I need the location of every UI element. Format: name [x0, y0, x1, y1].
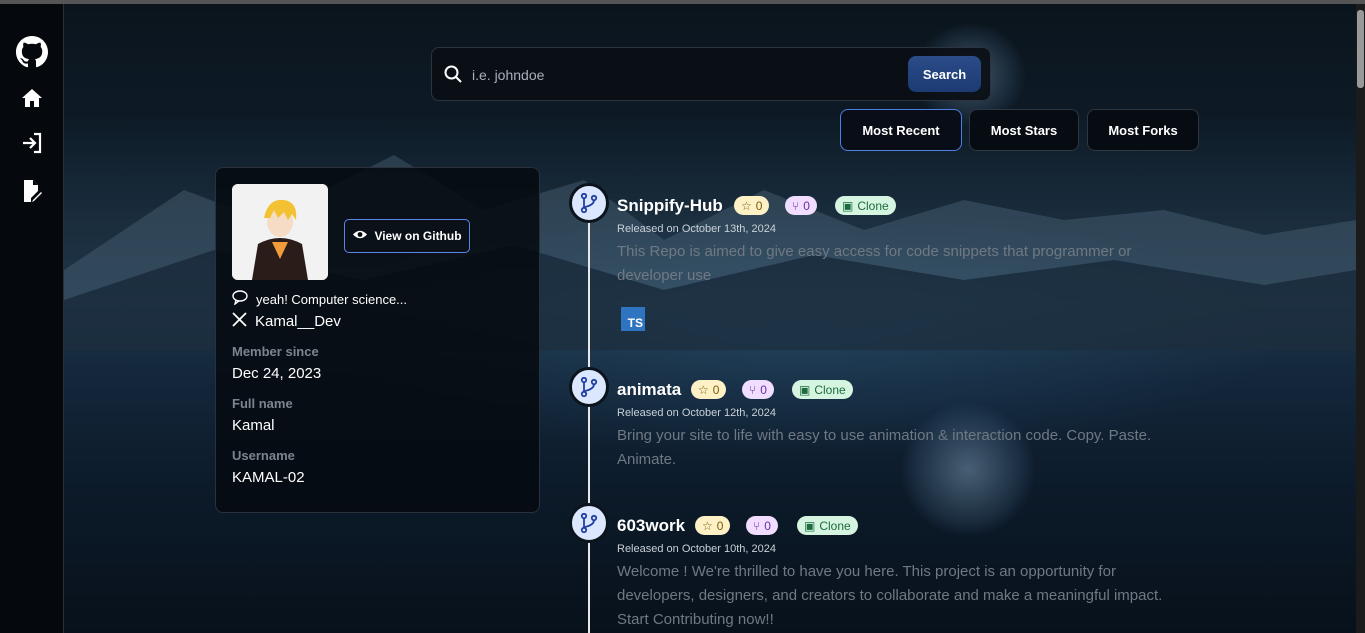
- sidebar: [0, 4, 64, 633]
- fork-count-badge: ⑂ 0: [746, 516, 778, 535]
- clone-button[interactable]: ▣ Clone: [797, 516, 858, 535]
- copy-icon: ▣: [842, 198, 854, 213]
- avatar: [232, 184, 328, 280]
- star-count: 0: [755, 198, 763, 213]
- repo-branch-icon: [569, 503, 609, 543]
- fork-count: 0: [760, 382, 767, 397]
- twitter-handle: Kamal__Dev: [232, 312, 341, 331]
- typescript-icon: TS: [621, 307, 645, 331]
- search-button[interactable]: Search: [908, 56, 981, 92]
- login-icon[interactable]: [16, 127, 48, 159]
- github-icon[interactable]: [16, 36, 48, 68]
- sort-most-stars-button[interactable]: Most Stars: [969, 109, 1079, 151]
- repo-branch-icon: [569, 367, 609, 407]
- view-on-github-button[interactable]: View on Github: [344, 219, 470, 253]
- page-scrollbar[interactable]: [1356, 4, 1365, 633]
- star-icon: ☆: [698, 382, 709, 397]
- release-date: Released on October 12th, 2024: [617, 407, 777, 419]
- star-icon: ☆: [702, 518, 713, 533]
- star-count-badge: ☆ 0: [691, 380, 727, 399]
- fork-count-badge: ⑂ 0: [742, 380, 774, 399]
- profile-card: View on Github yeah! Computer science...…: [215, 167, 540, 513]
- x-twitter-icon: [232, 312, 247, 331]
- full-name-value: Kamal: [232, 417, 275, 434]
- repo-description: This Repo is aimed to give easy access f…: [617, 243, 1132, 284]
- scrollbar-thumb[interactable]: [1357, 10, 1364, 88]
- username-label: Username: [232, 448, 295, 463]
- search-bar: Search: [431, 47, 991, 101]
- copy-icon: ▣: [799, 382, 811, 397]
- fork-count: 0: [764, 518, 771, 533]
- signup-icon[interactable]: [16, 176, 48, 208]
- repo-branch-icon: [569, 183, 609, 223]
- repo-description: Welcome ! We're thrilled to have you her…: [617, 563, 1163, 628]
- bio-text: yeah! Computer science...: [256, 291, 408, 307]
- repo-description: Bring your site to life with easy to use…: [617, 427, 1152, 468]
- repo-name-link[interactable]: animata: [617, 380, 681, 400]
- home-icon[interactable]: [16, 82, 48, 114]
- bio: yeah! Computer science...: [232, 290, 407, 308]
- fork-count-badge: ⑂ 0: [785, 196, 817, 215]
- clone-label: Clone: [819, 518, 851, 533]
- fork-count: 0: [803, 198, 810, 213]
- sort-most-forks-button[interactable]: Most Forks: [1087, 109, 1199, 151]
- eye-icon: [352, 229, 368, 243]
- star-count-badge: ☆ 0: [734, 196, 770, 215]
- timeline-line: [588, 205, 590, 633]
- twitter-handle-text: Kamal__Dev: [255, 313, 341, 330]
- clone-button[interactable]: ▣ Clone: [835, 196, 896, 215]
- search-input[interactable]: [472, 60, 892, 90]
- full-name-label: Full name: [232, 396, 293, 411]
- star-count: 0: [712, 382, 720, 397]
- search-icon: [444, 65, 462, 88]
- member-since-value: Dec 24, 2023: [232, 365, 322, 382]
- fork-icon: ⑂: [749, 382, 757, 397]
- clone-button[interactable]: ▣ Clone: [792, 380, 853, 399]
- star-count-badge: ☆ 0: [695, 516, 731, 535]
- repo-name-link[interactable]: Snippify-Hub: [617, 196, 723, 216]
- sort-most-recent-button[interactable]: Most Recent: [840, 109, 962, 151]
- clone-label: Clone: [814, 382, 846, 397]
- fork-icon: ⑂: [792, 198, 800, 213]
- release-date: Released on October 10th, 2024: [617, 543, 777, 555]
- speech-bubble-icon: [232, 290, 248, 308]
- browser-top-edge: [0, 0, 1365, 4]
- view-on-github-label: View on Github: [374, 229, 462, 243]
- star-count: 0: [716, 518, 724, 533]
- star-icon: ☆: [741, 198, 752, 213]
- username-value: KAMAL-02: [232, 469, 305, 486]
- member-since-label: Member since: [232, 344, 319, 359]
- release-date: Released on October 13th, 2024: [617, 223, 777, 235]
- fork-icon: ⑂: [753, 518, 761, 533]
- clone-label: Clone: [857, 198, 889, 213]
- repo-name-link[interactable]: 603work: [617, 516, 685, 536]
- copy-icon: ▣: [804, 518, 816, 533]
